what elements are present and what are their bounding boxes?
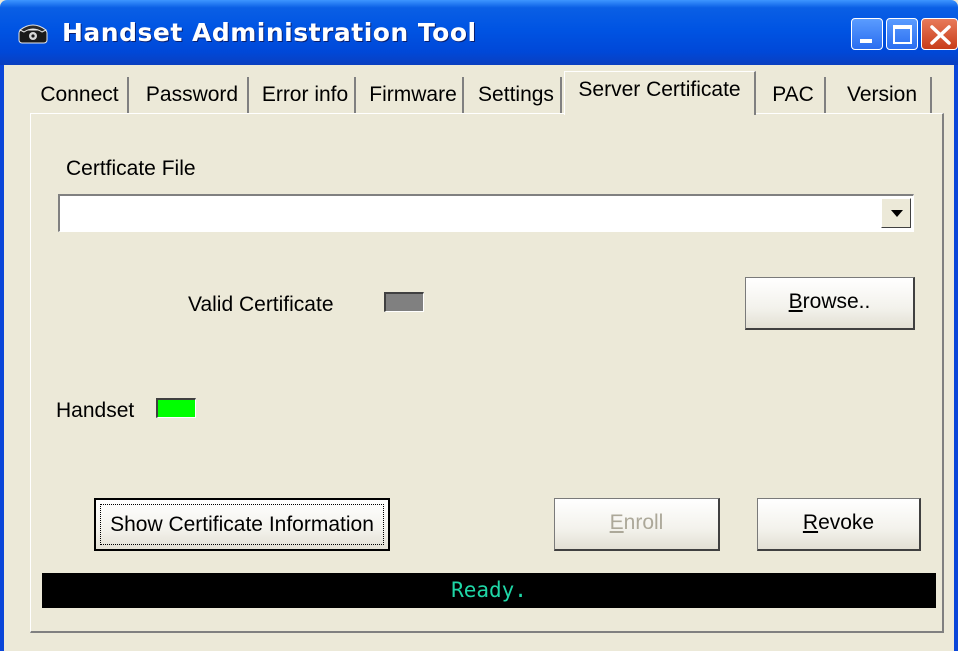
tab-error-info[interactable]: Error info — [256, 77, 356, 113]
tab-settings[interactable]: Settings — [472, 77, 562, 113]
revoke-label: evoke — [818, 511, 875, 534]
status-text: Ready. — [451, 578, 527, 602]
enroll-mnemonic: E — [609, 511, 624, 534]
handset-label: Handset — [56, 399, 135, 422]
enroll-button[interactable]: Enroll — [554, 498, 720, 551]
tab-connect[interactable]: Connect — [32, 77, 129, 113]
telephone-icon — [18, 24, 48, 44]
tab-password[interactable]: Password — [137, 77, 249, 113]
status-bar: Ready. — [42, 573, 936, 608]
tab-pac[interactable]: PAC — [762, 77, 826, 113]
tab-version[interactable]: Version — [834, 77, 932, 113]
browse-button[interactable]: Browse.. — [745, 277, 915, 330]
close-icon — [930, 25, 951, 45]
tab-panel-server-certificate — [30, 113, 944, 633]
handset-indicator — [156, 398, 196, 418]
revoke-button[interactable]: Revoke — [757, 498, 921, 551]
enroll-label: nroll — [623, 511, 664, 534]
show-certificate-information-label: Show Certificate Information — [110, 513, 374, 536]
combobox-dropdown-button[interactable] — [881, 198, 911, 228]
minimize-button[interactable] — [851, 18, 883, 50]
show-certificate-information-button[interactable]: Show Certificate Information — [94, 498, 390, 551]
certificate-file-combobox[interactable] — [58, 194, 914, 232]
valid-certificate-indicator — [384, 292, 424, 312]
chevron-down-icon — [891, 210, 903, 217]
app-window: Handset Administration Tool Connect Pass… — [0, 0, 958, 651]
valid-certificate-label: Valid Certificate — [188, 293, 334, 316]
tab-server-certificate[interactable]: Server Certificate — [564, 71, 756, 115]
tab-strip: Connect Password Error info Firmware Set… — [32, 71, 942, 115]
maximize-icon — [893, 25, 912, 44]
close-button[interactable] — [921, 18, 958, 50]
revoke-mnemonic: R — [802, 511, 819, 534]
maximize-button[interactable] — [886, 18, 918, 50]
window-title: Handset Administration Tool — [62, 18, 477, 47]
certificate-file-label: Certficate File — [66, 157, 196, 180]
browse-mnemonic: B — [788, 290, 803, 313]
minimize-icon — [860, 39, 872, 43]
tab-firmware[interactable]: Firmware — [364, 77, 464, 113]
browse-label: rowse.. — [802, 290, 871, 313]
title-bar[interactable]: Handset Administration Tool — [0, 0, 958, 65]
